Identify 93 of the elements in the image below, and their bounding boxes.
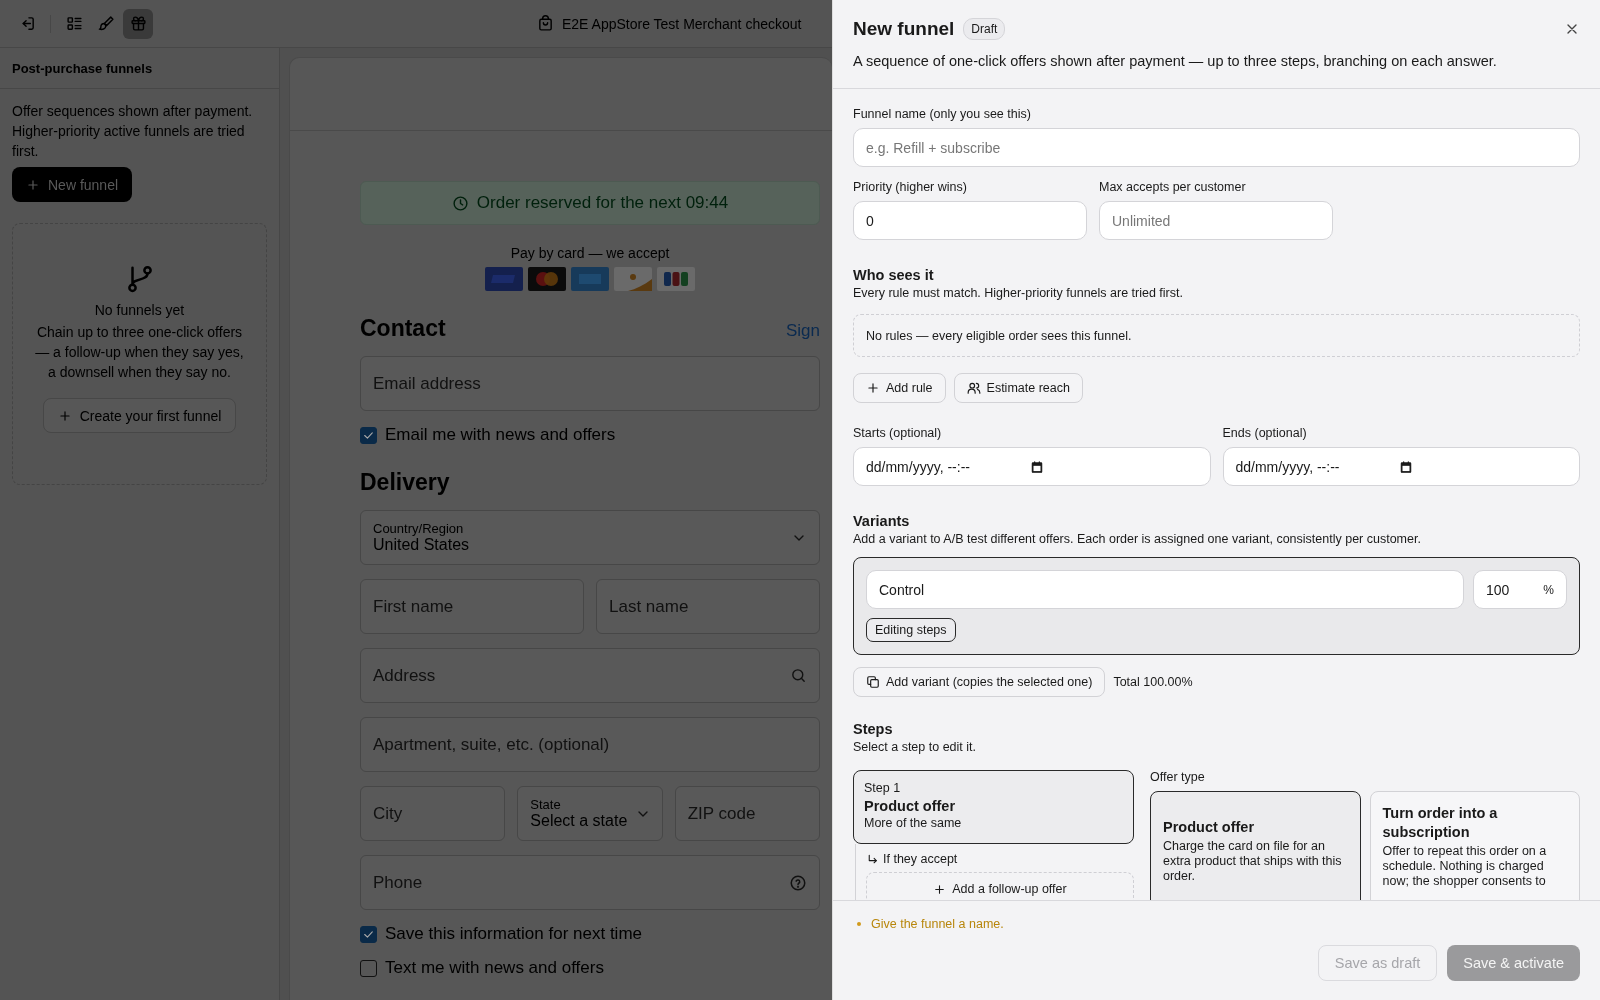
input-field[interactable]: ZIP code bbox=[674, 786, 820, 841]
calendar-icon bbox=[1029, 459, 1044, 474]
card-logo bbox=[571, 267, 609, 291]
card-logo bbox=[614, 267, 652, 291]
option-title: Turn order into a subscription bbox=[1382, 804, 1499, 842]
create-funnel-button[interactable]: Create your first funnel bbox=[42, 398, 237, 433]
input-field[interactable]: Address bbox=[360, 648, 820, 703]
section-heading: Who sees it bbox=[853, 267, 934, 283]
drawer-subtitle: A sequence of one-click offers shown after payment — up to three steps, branching on each answer. bbox=[853, 53, 1498, 69]
plus-icon bbox=[57, 408, 72, 423]
section-heading: Delivery bbox=[360, 469, 450, 496]
date-field[interactable]: dd/mm/yyyy, --:-- bbox=[853, 447, 1211, 486]
field-label: Starts (optional) bbox=[853, 426, 942, 440]
checkbox-label: Text me with news and offers bbox=[385, 958, 604, 978]
date-field[interactable]: dd/mm/yyyy, --:-- bbox=[1222, 447, 1580, 486]
empty-rules-box: No rules — every eligible order sees this funnel. bbox=[853, 314, 1580, 357]
checkbox[interactable] bbox=[360, 925, 377, 943]
field-label: Funnel name (only you see this) bbox=[853, 107, 1031, 121]
step-card[interactable]: Step 1 Product offer More of the same bbox=[853, 770, 1134, 844]
toolbar-button[interactable] bbox=[123, 8, 153, 39]
section-heading: Contact bbox=[360, 315, 446, 342]
add-follow-up-button[interactable]: Add a follow-up offer bbox=[866, 872, 1134, 900]
store-title: E2E AppStore Test Merchant checkout bbox=[562, 15, 802, 32]
select-field[interactable]: Country/Region United States bbox=[360, 510, 820, 565]
checkbox-label: Save this information for next time bbox=[385, 924, 642, 944]
offer-type-option[interactable]: Turn order into a subscription Offer to repeat this order on a schedule. Nothing is charged now; the shopper consents to bbox=[1369, 791, 1580, 900]
sidebar-description: Offer sequences shown after payment. Higher-priority active funnels are tried first. bbox=[12, 102, 254, 161]
input-field[interactable]: Email address bbox=[360, 356, 820, 411]
percent-field[interactable]: 100 % bbox=[1473, 570, 1567, 609]
sidebar-heading: Post-purchase funnels bbox=[12, 60, 153, 76]
empty-title: No funnels yet bbox=[94, 302, 185, 318]
add-variant-button[interactable]: Add variant (copies the selected one) bbox=[853, 667, 1106, 697]
help-icon bbox=[789, 873, 807, 892]
input-field[interactable]: First name bbox=[360, 579, 584, 634]
section-description: Add a variant to A/B test different offers. Each order is assigned one variant, consistently per customer. bbox=[853, 532, 1421, 546]
validation-message: Give the funnel a name. bbox=[871, 917, 1004, 931]
plus-icon bbox=[933, 882, 947, 896]
card-logo bbox=[485, 267, 523, 291]
toolbar-button[interactable]: Estimate reach bbox=[953, 373, 1083, 403]
gift-icon bbox=[129, 15, 147, 32]
return-arrow-icon bbox=[866, 852, 879, 866]
checkbox[interactable] bbox=[360, 959, 377, 977]
field-label: Offer type bbox=[1150, 770, 1205, 784]
input-field[interactable]: Apartment, suite, etc. (optional) bbox=[360, 717, 820, 772]
new-funnel-button[interactable]: New funnel bbox=[12, 167, 133, 202]
field-label: Priority (higher wins) bbox=[853, 180, 967, 194]
input-field[interactable]: Phone bbox=[360, 855, 820, 910]
input-field[interactable]: 0 bbox=[853, 201, 1087, 240]
option-title: Product offer bbox=[1163, 818, 1256, 837]
select-field[interactable]: State Select a state bbox=[517, 786, 663, 841]
status-badge: Draft bbox=[963, 18, 1006, 40]
card-logo bbox=[528, 267, 566, 291]
step-title: Product offer bbox=[864, 798, 957, 814]
sign-in-link[interactable]: Sign bbox=[785, 321, 820, 341]
offer-type-option[interactable]: Product offer Charge the card on file for an extra product that ships with this order. bbox=[1150, 791, 1361, 900]
section-heading: Variants bbox=[853, 513, 910, 529]
input-field[interactable]: City bbox=[360, 786, 506, 841]
field-label: Max accepts per customer bbox=[1099, 180, 1246, 194]
input-field[interactable]: e.g. Refill + subscribe bbox=[853, 128, 1580, 167]
status-tag: Editing steps bbox=[866, 618, 956, 642]
empty-description: Chain up to three one-click offers — a follow-up when they say yes, a downsell when they say no. bbox=[34, 323, 245, 382]
calendar-icon bbox=[1399, 459, 1414, 474]
copy-icon bbox=[866, 675, 880, 689]
section-description: Select a step to edit it. bbox=[853, 740, 976, 754]
bag-icon bbox=[537, 15, 554, 32]
reservation-banner: Order reserved for the next 09:44 bbox=[360, 181, 820, 225]
plus-icon bbox=[866, 381, 880, 395]
branch-label: If they accept bbox=[883, 852, 958, 866]
search-icon bbox=[790, 667, 807, 684]
clock-icon bbox=[451, 194, 469, 212]
step-subtitle: More of the same bbox=[864, 816, 963, 830]
list-icon bbox=[65, 15, 83, 32]
people-icon bbox=[966, 381, 981, 395]
option-description: Offer to repeat this order on a schedule. Nothing is charged now; the shopper consents to bbox=[1382, 844, 1548, 889]
card-logo bbox=[657, 267, 695, 291]
section-heading: Steps bbox=[853, 721, 893, 737]
input-field[interactable]: Last name bbox=[596, 579, 820, 634]
step-number: Step 1 bbox=[864, 781, 902, 795]
bullet-icon bbox=[857, 922, 861, 926]
toolbar-button[interactable]: Add rule bbox=[853, 373, 946, 403]
input-field[interactable]: Control bbox=[866, 570, 1464, 609]
checkbox[interactable] bbox=[360, 426, 377, 444]
payment-note: Pay by card — we accept bbox=[510, 245, 670, 261]
section-description: Every rule must match. Higher-priority funnels are tried first. bbox=[853, 286, 1183, 300]
drawer-title: New funnel bbox=[853, 18, 955, 40]
plus-icon bbox=[26, 177, 40, 192]
checkbox-label: Email me with news and offers bbox=[385, 425, 616, 445]
brush-icon bbox=[97, 15, 115, 32]
variant-card[interactable]: Control 100 % Editing steps bbox=[853, 557, 1580, 655]
total-text: Total 100.00% bbox=[1113, 675, 1193, 689]
option-description: Charge the card on file for an extra product that ships with this order. bbox=[1163, 839, 1343, 884]
input-field[interactable]: Unlimited bbox=[1099, 201, 1333, 240]
field-label: Ends (optional) bbox=[1222, 426, 1307, 440]
